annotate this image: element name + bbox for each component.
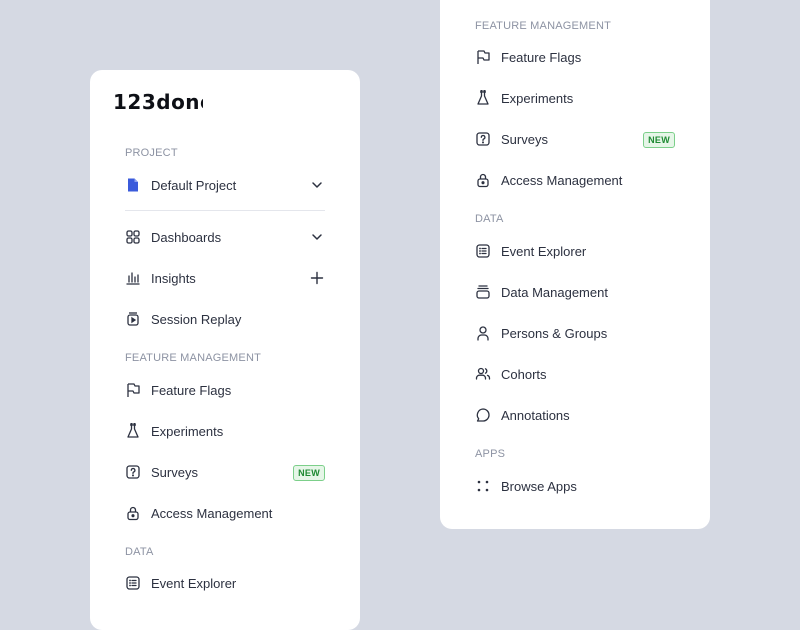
sidebar-item-session-replay[interactable]: Session Replay bbox=[125, 304, 325, 334]
section-label-data: DATA bbox=[475, 213, 504, 225]
section-label-project: PROJECT bbox=[125, 147, 178, 159]
plus-icon[interactable] bbox=[309, 270, 325, 286]
list-icon bbox=[125, 575, 141, 591]
person-icon bbox=[475, 325, 491, 341]
sidebar-item-access-management[interactable]: Access Management bbox=[125, 498, 325, 528]
sidebar-item-feature-flags[interactable]: Feature Flags bbox=[125, 375, 325, 405]
sidebar-item-surveys[interactable]: Surveys NEW bbox=[475, 124, 675, 154]
dashboard-icon bbox=[125, 229, 141, 245]
sidebar-item-dashboards[interactable]: Dashboards bbox=[125, 222, 325, 252]
sidebar-item-label: Surveys bbox=[501, 131, 548, 147]
flag-icon bbox=[475, 49, 491, 65]
sidebar-item-label: Data Management bbox=[501, 284, 608, 300]
sidebar-item-label: Experiments bbox=[151, 423, 224, 439]
sidebar-item-label: Feature Flags bbox=[151, 382, 232, 398]
section-label-feature-management: FEATURE MANAGEMENT bbox=[125, 352, 262, 364]
sidebar-item-label: Experiments bbox=[501, 90, 574, 106]
database-icon bbox=[475, 284, 491, 300]
sidebar-item-access-management[interactable]: Access Management bbox=[475, 165, 675, 195]
flask-icon bbox=[475, 90, 491, 106]
comment-icon bbox=[475, 407, 491, 423]
section-label-apps: APPS bbox=[475, 448, 506, 460]
new-badge: NEW bbox=[293, 465, 325, 481]
new-badge: NEW bbox=[643, 132, 675, 148]
section-label-data: DATA bbox=[125, 546, 154, 558]
sidebar-item-label: Persons & Groups bbox=[501, 325, 608, 341]
insights-icon bbox=[125, 270, 141, 286]
sidebar-item-feature-flags[interactable]: Feature Flags bbox=[475, 42, 675, 72]
cohorts-icon bbox=[475, 366, 491, 382]
sidebar-item-data-management[interactable]: Data Management bbox=[475, 277, 675, 307]
question-icon bbox=[475, 131, 491, 147]
sidebar-item-label: Access Management bbox=[151, 505, 273, 521]
section-label-feature-management: FEATURE MANAGEMENT bbox=[475, 20, 612, 32]
document-icon bbox=[125, 177, 141, 193]
sidebar-item-cohorts[interactable]: Cohorts bbox=[475, 359, 675, 389]
apps-grid-icon bbox=[475, 478, 491, 494]
sidebar-item-experiments[interactable]: Experiments bbox=[125, 416, 325, 446]
chevron-down-icon[interactable] bbox=[309, 177, 325, 193]
sidebar-item-label: Event Explorer bbox=[501, 243, 587, 259]
divider bbox=[125, 210, 325, 211]
sidebar-panel-right: FEATURE MANAGEMENT Feature Flags Experim… bbox=[440, 0, 710, 529]
sidebar-item-surveys[interactable]: Surveys NEW bbox=[125, 457, 325, 487]
sidebar-item-label: Insights bbox=[151, 270, 196, 286]
lock-icon bbox=[475, 172, 491, 188]
svg-text:123done: 123done bbox=[113, 91, 203, 113]
logo-wordmark: 123done bbox=[113, 90, 214, 114]
list-icon bbox=[475, 243, 491, 259]
flask-icon bbox=[125, 423, 141, 439]
sidebar-panel-left: 123done PROJECT Default Project Dashboar… bbox=[90, 70, 360, 630]
sidebar-item-annotations[interactable]: Annotations bbox=[475, 400, 675, 430]
flag-icon bbox=[125, 382, 141, 398]
lock-icon bbox=[125, 505, 141, 521]
sidebar-item-label: Feature Flags bbox=[501, 49, 582, 65]
project-selector[interactable]: Default Project bbox=[125, 170, 325, 200]
chevron-down-icon[interactable] bbox=[309, 229, 325, 245]
sidebar-item-experiments[interactable]: Experiments bbox=[475, 83, 675, 113]
sidebar-item-label: Surveys bbox=[151, 464, 198, 480]
sidebar-item-insights[interactable]: Insights bbox=[125, 263, 325, 293]
question-icon bbox=[125, 464, 141, 480]
sidebar-item-event-explorer[interactable]: Event Explorer bbox=[125, 568, 325, 598]
sidebar-item-label: Session Replay bbox=[151, 311, 242, 327]
sidebar-item-persons-groups[interactable]: Persons & Groups bbox=[475, 318, 675, 348]
project-name: Default Project bbox=[151, 177, 237, 193]
session-replay-icon bbox=[125, 311, 141, 327]
sidebar-item-label: Browse Apps bbox=[501, 478, 577, 494]
sidebar-item-label: Annotations bbox=[501, 407, 570, 423]
brand-logo[interactable]: 123done bbox=[113, 90, 214, 118]
sidebar-item-label: Cohorts bbox=[501, 366, 547, 382]
sidebar-item-label: Event Explorer bbox=[151, 575, 237, 591]
sidebar-item-event-explorer[interactable]: Event Explorer bbox=[475, 236, 675, 266]
sidebar-item-browse-apps[interactable]: Browse Apps bbox=[475, 471, 675, 501]
sidebar-item-label: Access Management bbox=[501, 172, 623, 188]
sidebar-item-label: Dashboards bbox=[151, 229, 222, 245]
